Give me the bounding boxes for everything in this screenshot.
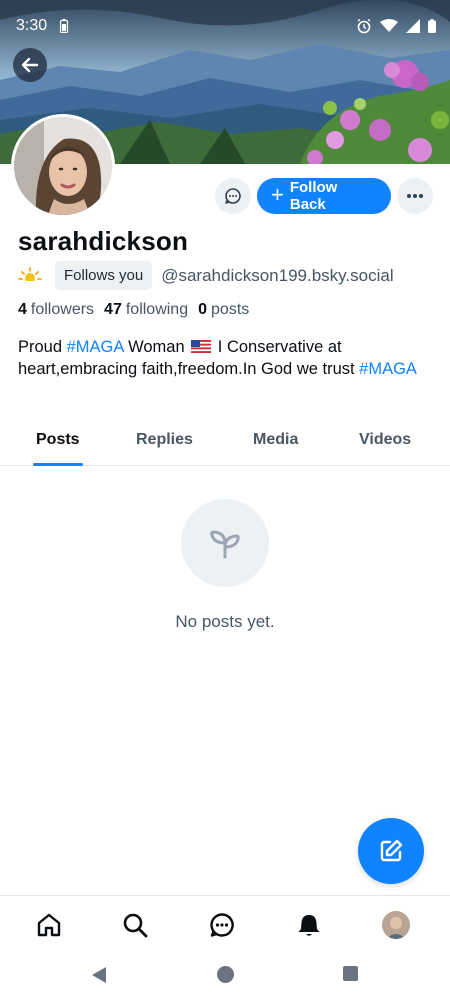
nav-profile[interactable] — [381, 910, 411, 940]
hashtag-link[interactable]: #MAGA — [67, 338, 124, 356]
profile-bio: Proud #MAGA Woman I Conservative at hear… — [18, 336, 428, 380]
profile-actions: + Follow Back — [215, 178, 433, 214]
compose-icon — [380, 839, 403, 862]
battery-saver-icon — [59, 19, 69, 38]
bell-icon — [298, 915, 320, 936]
posts-count: 0 — [198, 301, 208, 318]
tab-replies[interactable]: Replies — [136, 431, 193, 449]
seedling-icon — [210, 530, 240, 559]
followers-stat[interactable]: 4 followers — [18, 301, 94, 319]
search-icon — [123, 913, 148, 938]
bio-text: Proud — [18, 338, 67, 356]
more-options-button[interactable] — [397, 178, 433, 214]
chat-bubble-icon — [225, 188, 241, 204]
display-name: sarahdickson — [18, 226, 189, 256]
follows-you-badge: Follows you — [55, 261, 153, 290]
status-bar: 3:30 — [0, 0, 450, 54]
follow-back-label: Follow Back — [289, 179, 338, 213]
back-button[interactable] — [13, 48, 47, 82]
nav-search[interactable] — [120, 910, 150, 940]
tab-media[interactable]: Media — [253, 431, 298, 449]
alarm-icon — [357, 18, 371, 34]
profile-tabs: Posts Replies Media Videos — [0, 418, 450, 466]
followers-label: followers — [30, 301, 95, 318]
follow-back-button[interactable]: + Follow Back — [257, 178, 391, 214]
status-time: 3:30 — [16, 17, 48, 34]
following-stat[interactable]: 47 following — [104, 301, 188, 319]
plus-icon: + — [271, 182, 284, 207]
sun-behind-cloud-icon — [17, 263, 43, 289]
wifi-icon — [380, 19, 398, 32]
system-recents-icon[interactable] — [342, 965, 359, 982]
system-navigation-bar — [0, 953, 450, 1000]
system-home-icon[interactable] — [216, 965, 235, 984]
empty-state-icon-circle — [181, 499, 269, 587]
us-flag-icon — [191, 340, 212, 353]
avatar — [382, 911, 410, 939]
compose-post-button[interactable] — [358, 818, 424, 884]
more-horizontal-icon — [407, 194, 423, 198]
profile-handle: @sarahdickson199.bsky.social — [161, 265, 394, 285]
nav-home[interactable] — [34, 910, 64, 940]
bottom-navigation — [0, 895, 450, 953]
followers-count: 4 — [18, 301, 27, 318]
following-count: 47 — [104, 301, 122, 318]
following-label: following — [125, 301, 189, 318]
message-button[interactable] — [215, 178, 251, 214]
bio-text: Woman — [123, 338, 190, 356]
profile-avatar[interactable] — [11, 114, 115, 218]
system-back-icon[interactable] — [90, 965, 108, 985]
hashtag-link[interactable]: #MAGA — [359, 360, 417, 378]
arrow-left-icon — [21, 57, 39, 73]
badge-row: Follows you @sarahdickson199.bsky.social — [17, 261, 394, 290]
chat-icon — [210, 913, 234, 937]
battery-icon — [428, 19, 436, 33]
active-tab-indicator — [33, 463, 83, 466]
nav-notifications[interactable] — [294, 910, 324, 940]
profile-stats: 4 followers 47 following 0 posts — [18, 301, 249, 319]
nav-chat[interactable] — [207, 910, 237, 940]
status-icons — [356, 18, 436, 34]
tab-videos[interactable]: Videos — [359, 431, 411, 449]
empty-state-text: No posts yet. — [175, 612, 275, 631]
posts-stat: 0 posts — [198, 301, 249, 319]
home-icon — [37, 913, 61, 937]
tab-posts[interactable]: Posts — [36, 431, 80, 449]
posts-label: posts — [211, 301, 250, 318]
signal-icon — [406, 19, 420, 33]
